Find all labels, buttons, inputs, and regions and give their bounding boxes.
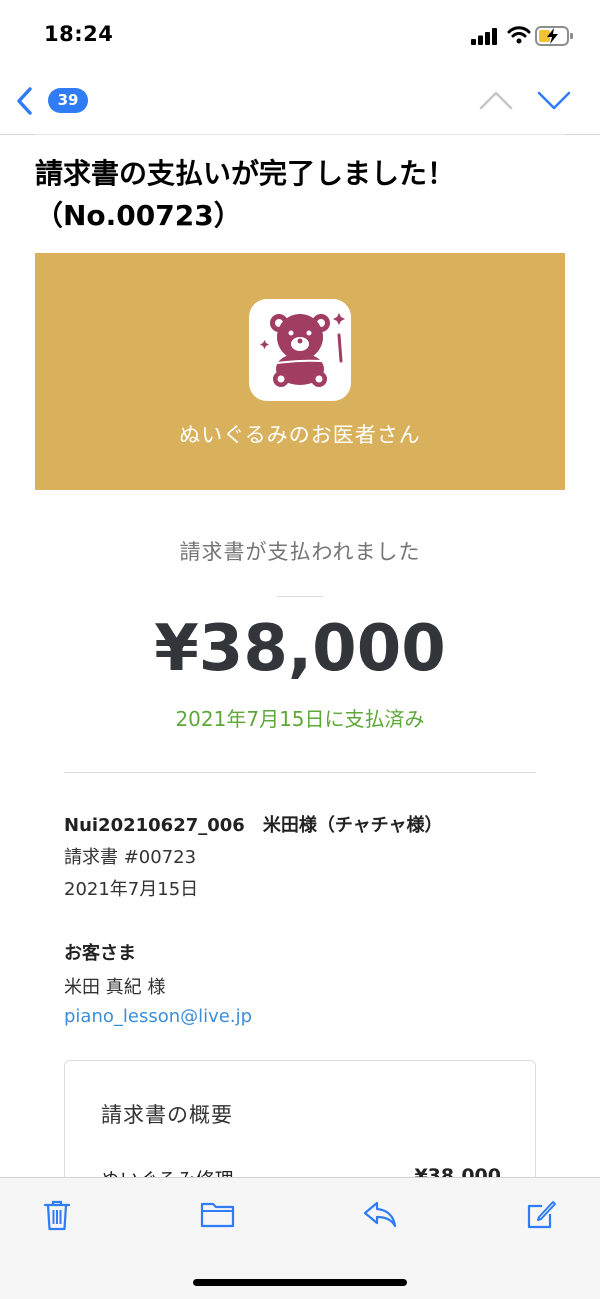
- invoice-reference: Nui20210627_006 米田様（チャチャ様）: [64, 815, 443, 836]
- payment-amount: ¥38,000: [154, 612, 446, 686]
- mail-toolbar: [0, 1177, 600, 1299]
- shop-logo: [249, 299, 351, 401]
- invoice-date: 2021年7月15日: [64, 879, 199, 900]
- unread-count-badge[interactable]: 39: [48, 88, 88, 113]
- divider: [277, 596, 323, 597]
- divider: [64, 772, 536, 773]
- down-chevron-icon[interactable]: [536, 89, 572, 111]
- summary-title: 請求書の概要: [101, 1103, 233, 1127]
- invoice-number: 請求書 #00723: [64, 847, 197, 868]
- divider: [35, 134, 565, 135]
- cellular-signal-icon: [471, 28, 497, 45]
- reply-icon[interactable]: [362, 1198, 398, 1230]
- compose-icon[interactable]: [526, 1198, 558, 1230]
- payment-date: 2021年7月15日に支払済み: [175, 707, 425, 731]
- home-indicator: [193, 1279, 407, 1286]
- teddy-bear-logo-icon: [256, 313, 345, 387]
- shop-name: ぬいぐるみのお医者さん: [179, 423, 421, 447]
- customer-heading: お客さま: [64, 943, 136, 964]
- up-chevron-icon[interactable]: [478, 89, 514, 111]
- shop-banner: ぬいぐるみのお医者さん: [35, 253, 565, 490]
- battery-charging-icon: [535, 26, 573, 46]
- trash-icon[interactable]: [42, 1198, 72, 1232]
- customer-name: 米田 真紀 様: [64, 977, 166, 998]
- customer-email-link[interactable]: piano_lesson@live.jp: [64, 1006, 252, 1027]
- subject-line-1: 請求書の支払いが完了しました！: [35, 157, 456, 190]
- back-chevron-icon[interactable]: [14, 86, 36, 116]
- subject-line-2: （No.00723）: [35, 199, 242, 232]
- folder-icon[interactable]: [200, 1198, 236, 1230]
- status-bar: 18:24: [0, 0, 600, 70]
- mail-navigation-bar: 39: [0, 70, 600, 135]
- payment-status-label: 請求書が支払われました: [179, 540, 421, 564]
- status-time: 18:24: [44, 22, 114, 46]
- email-subject: 請求書の支払いが完了しました！ （No.00723）: [35, 153, 575, 237]
- wifi-icon: [507, 26, 531, 44]
